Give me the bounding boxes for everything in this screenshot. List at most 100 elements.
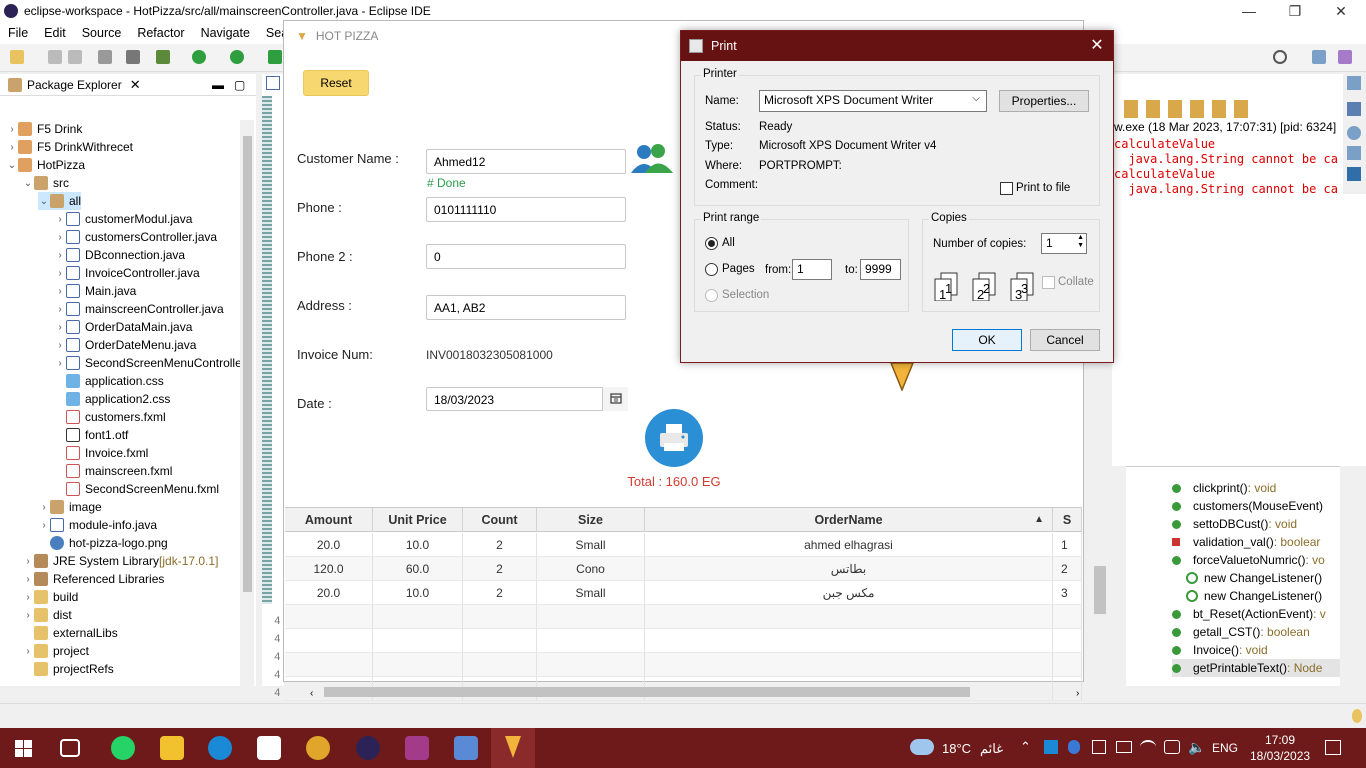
console-view-icon[interactable] — [1347, 146, 1361, 160]
tree-item[interactable]: application.css — [54, 372, 164, 390]
address-input[interactable]: AA1, AB2 — [426, 295, 626, 320]
bluetooth-icon[interactable] — [1068, 740, 1080, 754]
outline-item[interactable]: Invoice() : void — [1172, 641, 1268, 659]
outline-item[interactable]: validation_val() : boolear — [1172, 533, 1320, 551]
empty-table-cell[interactable] — [463, 653, 537, 677]
empty-table-cell[interactable] — [1053, 605, 1082, 629]
table-cell[interactable]: 20.0 — [285, 581, 373, 605]
outline-item[interactable]: getPrintableText() : Node — [1172, 659, 1340, 677]
hot-pizza-taskbar-button[interactable] — [491, 728, 535, 768]
tree-item[interactable]: › OrderDateMenu.java — [54, 336, 196, 354]
table-cell[interactable]: ahmed elhagrasi — [645, 533, 1053, 557]
outline-item[interactable]: new ChangeListener() — [1174, 569, 1322, 587]
tree-item[interactable]: › F5 DrinkWithrecet — [6, 138, 133, 156]
weather-temperature[interactable]: 18°C — [942, 741, 971, 756]
tree-item[interactable]: ⌄ src — [22, 174, 69, 192]
tray-icon[interactable] — [1092, 740, 1106, 754]
weather-description[interactable]: غائم — [980, 741, 1003, 757]
open-perspective-icon[interactable] — [1312, 50, 1326, 64]
minimize-icon[interactable]: — — [1226, 0, 1272, 22]
tree-item[interactable]: Invoice.fxml — [54, 444, 148, 462]
expand-arrow-icon[interactable]: › — [22, 646, 34, 657]
phone2-input[interactable]: 0 — [426, 244, 626, 269]
column-header[interactable]: Size — [537, 508, 645, 532]
empty-table-cell[interactable] — [373, 629, 463, 653]
editor-vertical-scroll-thumb[interactable] — [1094, 566, 1106, 614]
edge-icon[interactable] — [208, 736, 232, 760]
battery-icon[interactable] — [1116, 741, 1132, 753]
collapse-arrow-icon[interactable]: ⌄ — [6, 160, 18, 171]
menu-navigate[interactable]: Navigate — [193, 26, 258, 40]
customers-icon[interactable] — [628, 141, 678, 175]
tree-item[interactable]: ⌄ all — [38, 192, 82, 210]
expand-arrow-icon[interactable]: › — [22, 592, 34, 603]
menu-refactor[interactable]: Refactor — [129, 26, 192, 40]
table-cell[interactable]: 2 — [463, 557, 537, 581]
scroll-left-icon[interactable]: ‹ — [310, 688, 313, 699]
tree-item[interactable]: › Referenced Libraries — [22, 570, 164, 588]
table-cell[interactable]: 120.0 — [285, 557, 373, 581]
calendar-app-icon[interactable] — [257, 736, 281, 760]
copies-spinner[interactable]: 1 ▲ ▼ — [1041, 233, 1087, 254]
from-input[interactable]: 1 — [792, 259, 832, 280]
expand-arrow-icon[interactable]: › — [22, 556, 34, 567]
expand-arrow-icon[interactable]: › — [54, 340, 66, 351]
scene-builder-icon[interactable] — [454, 736, 478, 760]
pages-radio[interactable] — [705, 263, 718, 276]
task-icon[interactable] — [1347, 126, 1361, 140]
tree-item[interactable]: › DBconnection.java — [54, 246, 185, 264]
empty-table-cell[interactable] — [537, 653, 645, 677]
problems-view-icon[interactable] — [1347, 167, 1361, 181]
tree-item[interactable]: › image — [38, 498, 102, 516]
spinner-arrows-icon[interactable]: ▲ ▼ — [1077, 234, 1084, 250]
properties-button[interactable]: Properties... — [999, 90, 1089, 112]
empty-table-cell[interactable] — [285, 653, 373, 677]
java-perspective-icon[interactable] — [1338, 50, 1352, 64]
table-cell[interactable]: 3 — [1053, 581, 1082, 605]
table-cell[interactable]: Small — [537, 533, 645, 557]
tree-item[interactable]: ⌄ HotPizza — [6, 156, 85, 174]
notification-icon[interactable] — [1325, 740, 1341, 755]
outline-item[interactable]: forceValuetoNumric() : vo — [1172, 551, 1325, 569]
empty-table-cell[interactable] — [1053, 629, 1082, 653]
expand-arrow-icon[interactable]: › — [22, 610, 34, 621]
expand-arrow-icon[interactable]: › — [54, 286, 66, 297]
table-cell[interactable]: مكس جبن — [645, 581, 1053, 605]
tree-item[interactable]: › customersController.java — [54, 228, 217, 246]
empty-table-cell[interactable] — [645, 605, 1053, 629]
tree-horizontal-scrollbar[interactable] — [0, 686, 256, 700]
expand-arrow-icon[interactable]: › — [54, 304, 66, 315]
expand-arrow-icon[interactable]: › — [38, 502, 50, 513]
reset-button[interactable]: Reset — [303, 70, 369, 96]
table-cell[interactable]: 10.0 — [373, 533, 463, 557]
dialog-close-icon[interactable]: ✕ — [1085, 34, 1109, 58]
outline-item[interactable]: clickprint() : void — [1172, 479, 1276, 497]
table-cell[interactable]: بطاتس — [645, 557, 1053, 581]
expand-arrow-icon[interactable]: › — [54, 322, 66, 333]
maximize-view-icon[interactable]: ▢ — [234, 78, 245, 92]
tree-item[interactable]: font1.otf — [54, 426, 128, 444]
cancel-button[interactable]: Cancel — [1030, 329, 1100, 351]
tree-item[interactable]: projectRefs — [22, 660, 114, 678]
save-all-icon[interactable] — [68, 50, 82, 64]
all-radio[interactable] — [705, 237, 718, 250]
empty-table-cell[interactable] — [645, 629, 1053, 653]
to-input[interactable]: 9999 — [860, 259, 901, 280]
editor-tab-icon[interactable] — [266, 76, 280, 90]
volume-icon[interactable]: 🔈 — [1188, 739, 1205, 756]
skip-breakpoints-icon[interactable] — [126, 50, 140, 64]
console-toolbar-icons[interactable] — [1124, 100, 1254, 118]
empty-table-cell[interactable] — [463, 605, 537, 629]
column-header[interactable]: Amount — [285, 508, 373, 532]
date-picker[interactable]: 18/03/2023 — [426, 387, 628, 411]
outline-item[interactable]: bt_Reset(ActionEvent) : v — [1172, 605, 1326, 623]
close-icon[interactable]: ✕ — [1318, 0, 1364, 22]
phone-input[interactable]: 0101111110 — [426, 197, 626, 222]
tree-item[interactable]: › SecondScreenMenuControlle — [54, 354, 242, 372]
empty-table-cell[interactable] — [1053, 653, 1082, 677]
minimize-view-icon[interactable]: ▬ — [212, 78, 224, 92]
expand-arrow-icon[interactable]: › — [38, 520, 50, 531]
expand-arrow-icon[interactable]: › — [54, 250, 66, 261]
search-icon[interactable] — [1273, 50, 1287, 64]
selection-radio[interactable] — [705, 289, 718, 302]
